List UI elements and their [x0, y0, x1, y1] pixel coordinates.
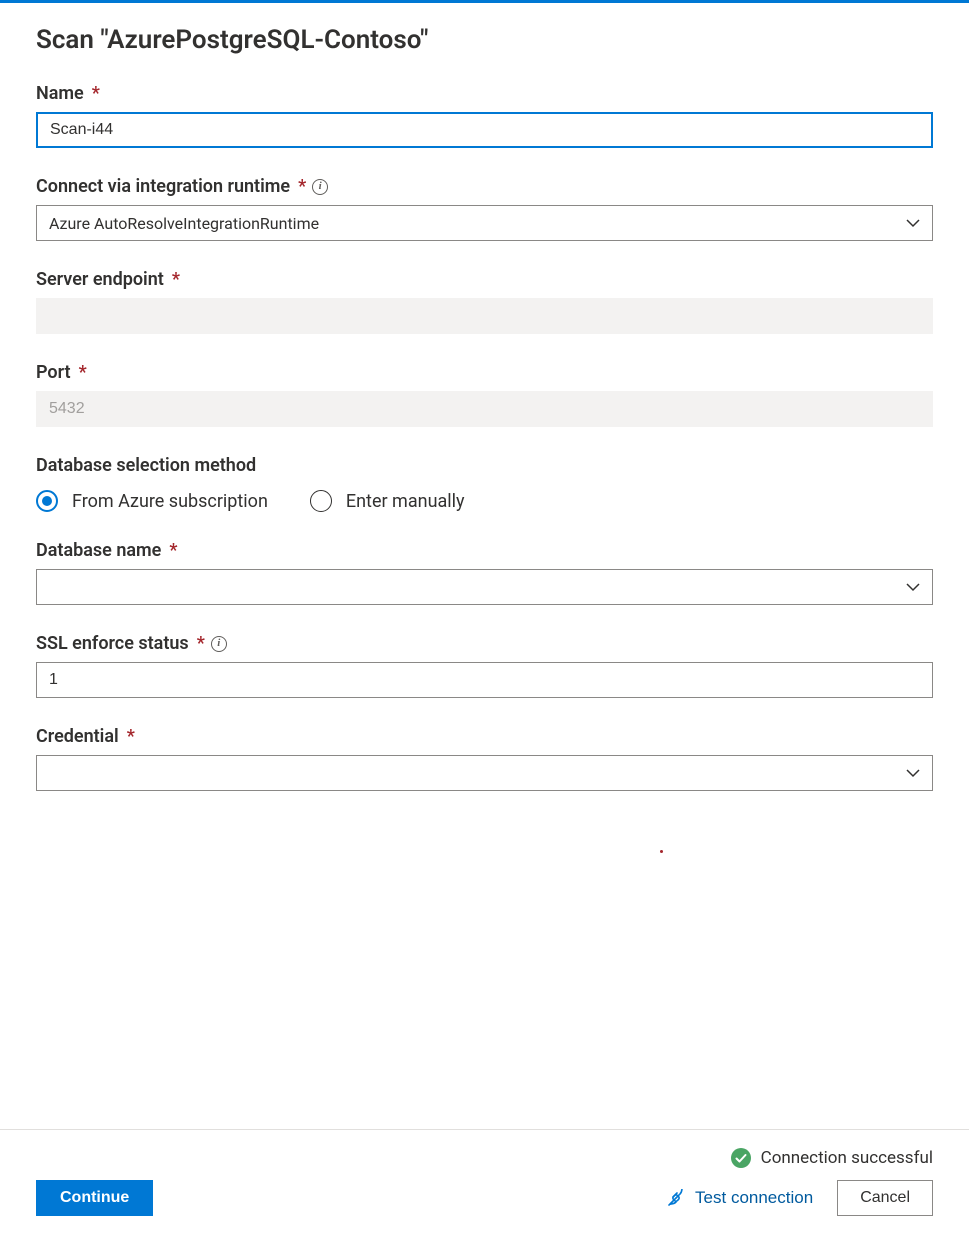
name-input[interactable]: [36, 112, 933, 148]
chevron-down-icon: [906, 216, 920, 230]
required-asterisk: *: [298, 176, 306, 197]
required-asterisk: *: [92, 83, 100, 104]
db-name-label-text: Database name: [36, 540, 161, 561]
continue-button[interactable]: Continue: [36, 1180, 153, 1216]
radio-circle-icon: [310, 490, 332, 512]
radio-from-subscription[interactable]: From Azure subscription: [36, 490, 268, 512]
db-method-label: Database selection method: [36, 455, 933, 476]
runtime-dropdown[interactable]: Azure AutoResolveIntegrationRuntime: [36, 205, 933, 241]
port-label: Port *: [36, 362, 933, 383]
name-label-text: Name: [36, 83, 84, 104]
radio-enter-manually[interactable]: Enter manually: [310, 490, 465, 512]
info-icon[interactable]: i: [312, 179, 328, 195]
ssl-label: SSL enforce status * i: [36, 633, 933, 654]
required-asterisk: *: [197, 633, 205, 654]
port-input: [36, 391, 933, 427]
server-endpoint-input: [36, 298, 933, 334]
server-endpoint-label: Server endpoint *: [36, 269, 933, 290]
db-name-label: Database name *: [36, 540, 933, 561]
runtime-label-text: Connect via integration runtime: [36, 176, 290, 197]
ssl-input[interactable]: [36, 662, 933, 698]
radio-from-subscription-label: From Azure subscription: [72, 491, 268, 512]
stray-marker: [660, 850, 663, 853]
chevron-down-icon: [906, 580, 920, 594]
credential-dropdown[interactable]: [36, 755, 933, 791]
db-method-radio-group: From Azure subscription Enter manually: [36, 490, 933, 512]
radio-circle-selected-icon: [36, 490, 58, 512]
plug-icon: [667, 1189, 685, 1207]
chevron-down-icon: [906, 766, 920, 780]
required-asterisk: *: [169, 540, 177, 561]
radio-enter-manually-label: Enter manually: [346, 491, 465, 512]
connection-status-text: Connection successful: [761, 1148, 933, 1168]
db-method-label-text: Database selection method: [36, 455, 256, 476]
connection-status: Connection successful: [731, 1148, 933, 1168]
required-asterisk: *: [172, 269, 180, 290]
info-icon[interactable]: i: [211, 636, 227, 652]
runtime-label: Connect via integration runtime * i: [36, 176, 933, 197]
runtime-dropdown-value: Azure AutoResolveIntegrationRuntime: [49, 214, 319, 233]
test-connection-button[interactable]: Test connection: [665, 1184, 815, 1212]
ssl-label-text: SSL enforce status: [36, 633, 189, 654]
credential-label: Credential *: [36, 726, 933, 747]
cancel-button[interactable]: Cancel: [837, 1180, 933, 1216]
check-circle-icon: [731, 1148, 751, 1168]
required-asterisk: *: [127, 726, 135, 747]
page-title: Scan "AzurePostgreSQL-Contoso": [36, 25, 933, 55]
name-label: Name *: [36, 83, 933, 104]
server-endpoint-label-text: Server endpoint: [36, 269, 164, 290]
required-asterisk: *: [79, 362, 87, 383]
test-connection-label: Test connection: [695, 1188, 813, 1208]
db-name-dropdown[interactable]: [36, 569, 933, 605]
credential-label-text: Credential: [36, 726, 119, 747]
port-label-text: Port: [36, 362, 71, 383]
